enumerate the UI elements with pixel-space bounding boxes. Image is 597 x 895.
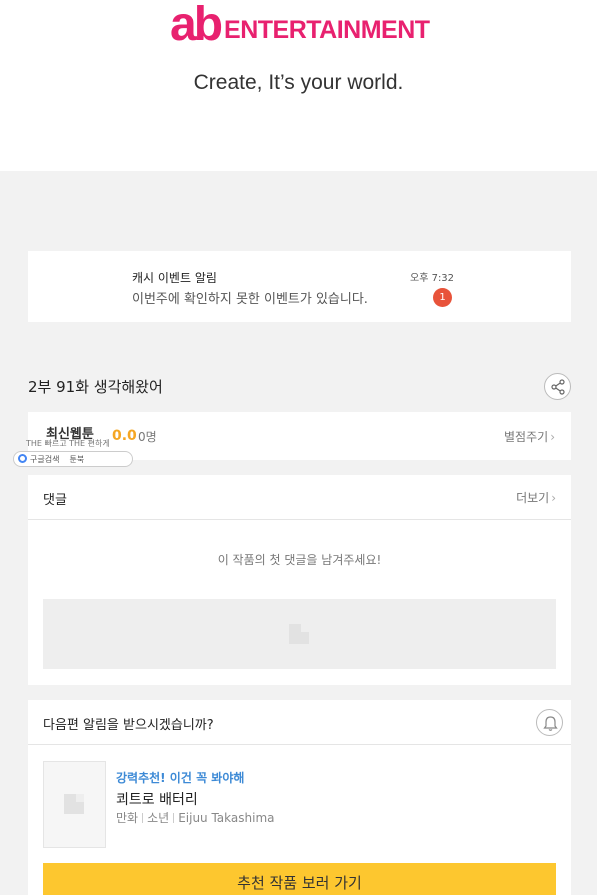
divider bbox=[173, 812, 175, 823]
notification-time: 오후 7:32 bbox=[410, 273, 455, 284]
rating-count: 0명 bbox=[138, 430, 157, 444]
divider bbox=[142, 812, 144, 823]
rate-button[interactable]: 별점주기 › bbox=[504, 428, 555, 445]
event-notification[interactable]: 캐시 이벤트 알림 이번주에 확인하지 못한 이벤트가 있습니다. 오후 7:3… bbox=[28, 251, 571, 322]
notification-title: 캐시 이벤트 알림 bbox=[132, 271, 217, 285]
rating-score: 0.0 bbox=[112, 428, 137, 444]
chevron-right-icon: › bbox=[550, 430, 555, 444]
search-overlay-bar[interactable]: 구글검색 툰북 bbox=[13, 451, 133, 467]
notification-message: 이번주에 확인하지 못한 이벤트가 있습니다. bbox=[132, 292, 368, 307]
comments-more-label: 더보기 bbox=[516, 491, 550, 505]
recommended-title[interactable]: 쾨트로 배터리 bbox=[116, 789, 198, 809]
logo-mark: ab bbox=[170, 0, 223, 51]
next-episode-section: 다음편 알림을 받으시겠습니까? 강력추천! 이건 꼭 봐야해 쾨트로 배터리 … bbox=[28, 700, 571, 895]
comment-input-area[interactable] bbox=[43, 599, 556, 669]
logo-wordmark: ENTERTAINMENT bbox=[224, 16, 430, 44]
recommended-meta: 만화 소년 Eijuu Takashima bbox=[116, 809, 275, 826]
ab-entertainment-logo: ab ENTERTAINMENT bbox=[170, 0, 430, 51]
toonbook-link[interactable]: 툰북 bbox=[69, 454, 84, 465]
recommended-genre: 만화 bbox=[116, 811, 139, 825]
notification-bell-button[interactable] bbox=[536, 709, 563, 736]
google-search-link[interactable]: 구글검색 bbox=[30, 454, 59, 465]
recommended-author: Eijuu Takashima bbox=[178, 810, 275, 825]
rate-button-label: 별점주기 bbox=[504, 430, 549, 444]
episode-title: 2부 91화 생각해왔어 bbox=[28, 378, 163, 396]
image-placeholder-icon bbox=[64, 794, 84, 814]
tagline: Create, It’s your world. bbox=[193, 71, 404, 94]
chevron-right-icon: › bbox=[551, 491, 556, 505]
google-icon bbox=[18, 454, 27, 463]
comments-more-link[interactable]: 더보기 › bbox=[516, 489, 556, 506]
overlay-slogan: THE 빠르고 THE 편하게 bbox=[26, 439, 110, 448]
recommended-thumbnail[interactable] bbox=[43, 761, 106, 848]
bell-icon bbox=[543, 716, 558, 731]
comments-empty-message: 이 작품의 첫 댓글을 남겨주세요! bbox=[217, 553, 382, 567]
notification-badge: 1 bbox=[433, 288, 452, 307]
next-episode-title: 다음편 알림을 받으시겠습니까? bbox=[43, 718, 214, 733]
comments-header: 댓글 더보기 › bbox=[28, 475, 571, 520]
comments-title: 댓글 bbox=[43, 493, 67, 508]
image-placeholder-icon bbox=[289, 624, 309, 644]
brand-header: ab ENTERTAINMENT Create, It’s your world… bbox=[0, 0, 597, 171]
recommended-category: 소년 bbox=[147, 811, 170, 825]
recommend-tag: 강력추천! 이건 꼭 봐야해 bbox=[116, 771, 245, 785]
share-icon bbox=[551, 379, 565, 395]
share-button[interactable] bbox=[544, 373, 571, 400]
comments-section: 댓글 더보기 › 이 작품의 첫 댓글을 남겨주세요! bbox=[28, 475, 571, 685]
next-episode-header: 다음편 알림을 받으시겠습니까? bbox=[28, 700, 571, 745]
view-recommendations-button[interactable]: 추천 작품 보러 가기 bbox=[43, 863, 556, 895]
